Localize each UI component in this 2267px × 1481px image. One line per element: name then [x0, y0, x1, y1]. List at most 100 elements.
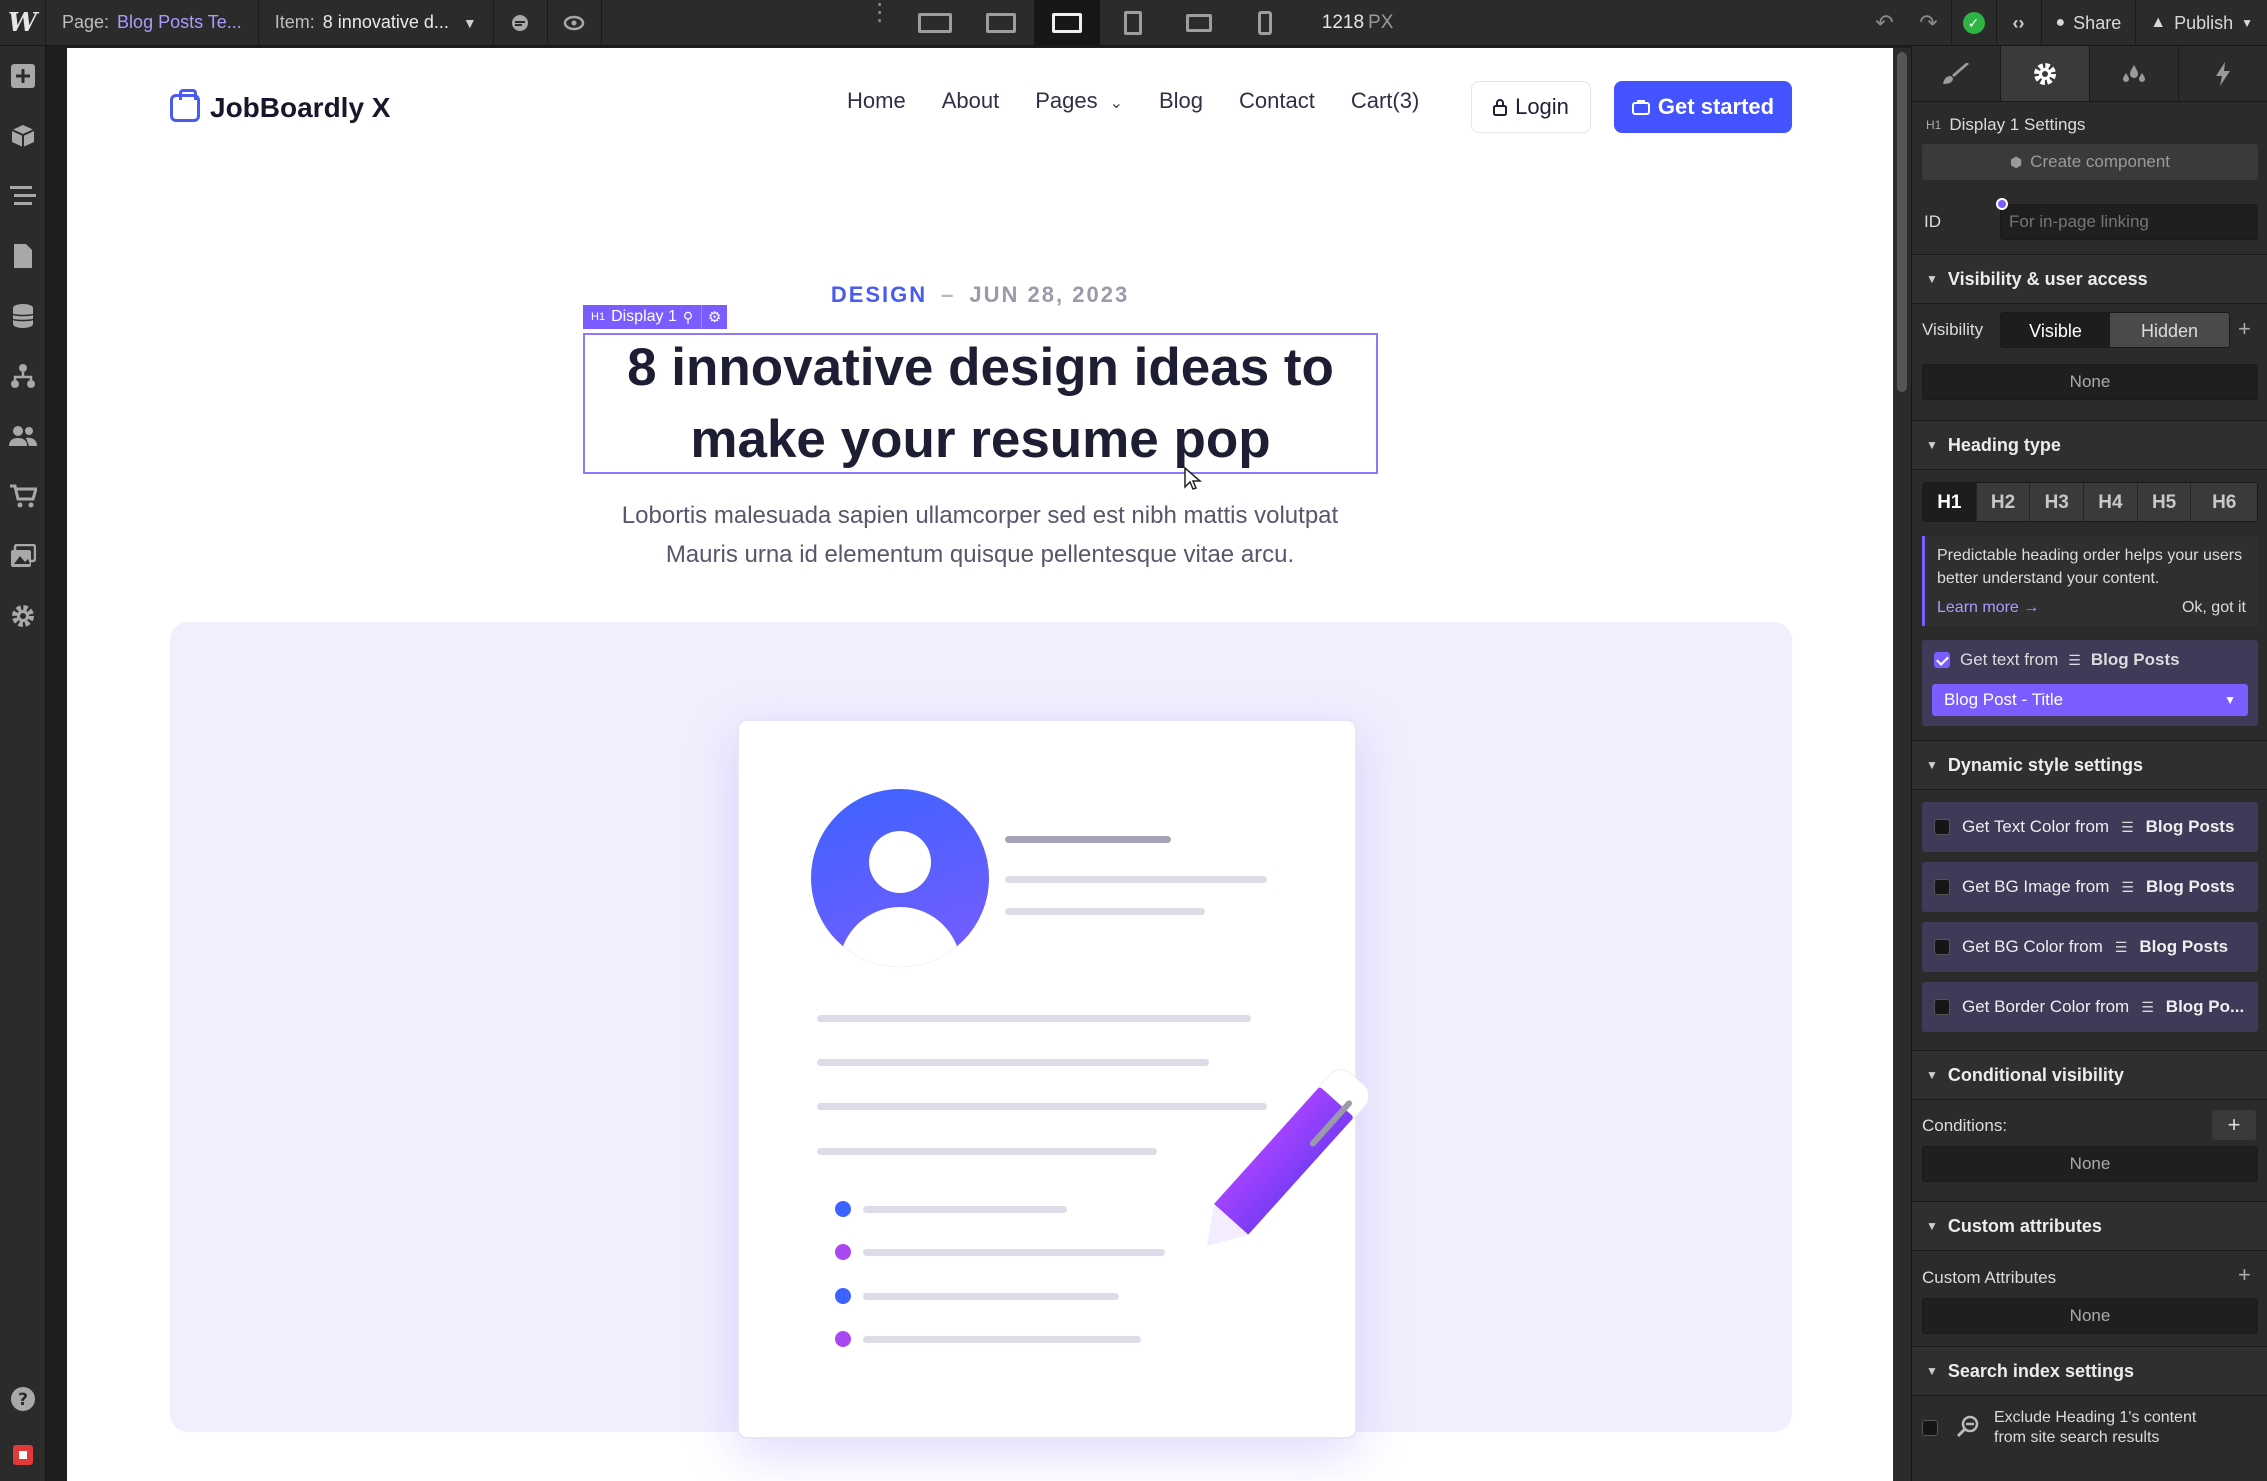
- nav-link-home[interactable]: Home: [847, 88, 906, 114]
- breakpoint-xxl[interactable]: [902, 0, 968, 46]
- visibility-toggle: Visible Hidden: [2000, 312, 2230, 348]
- add-visibility-icon[interactable]: +: [2238, 316, 2251, 342]
- get-text-label: Get text from: [1960, 650, 2059, 669]
- publish-button[interactable]: ▲ Publish ▼: [2136, 0, 2267, 46]
- assets-images-icon[interactable]: [0, 526, 46, 586]
- dynamic-bg-color-row[interactable]: Get BG Color from ☰ Blog Posts: [1922, 922, 2258, 972]
- style-brush-icon[interactable]: [1912, 46, 2001, 101]
- settings-gear-icon[interactable]: [0, 586, 46, 646]
- users-icon[interactable]: [0, 406, 46, 466]
- design-canvas[interactable]: JobBoardly X Home About Pages ⌄ Blog Cont…: [67, 48, 1893, 1481]
- dynamic-border-color-row[interactable]: Get Border Color from ☰ Blog Po...: [1922, 982, 2258, 1032]
- dynamic-text-color-row[interactable]: Get Text Color from ☰ Blog Posts: [1922, 802, 2258, 852]
- bound-field-select[interactable]: Blog Post - Title ▼: [1932, 684, 2248, 716]
- post-title-heading[interactable]: 8 innovative design ideas to make your r…: [583, 333, 1378, 474]
- binding-dot-icon[interactable]: [1996, 198, 2008, 210]
- selected-element-tag[interactable]: H1 Display 1 ⚲ ⚙: [583, 305, 728, 329]
- custom-attributes-row: Custom Attributes +: [1912, 1262, 2267, 1292]
- add-elements-icon[interactable]: [0, 46, 46, 106]
- visibility-section-header[interactable]: ▼ Visibility & user access: [1912, 254, 2267, 304]
- site-brand[interactable]: JobBoardly X: [170, 89, 390, 124]
- dynamic-style-section-header[interactable]: ▼ Dynamic style settings: [1912, 740, 2267, 790]
- visible-option[interactable]: Visible: [2001, 313, 2111, 347]
- custom-attributes-section-header[interactable]: ▼ Custom attributes: [1912, 1201, 2267, 1251]
- hidden-option[interactable]: Hidden: [2110, 313, 2229, 347]
- components-cube-icon[interactable]: [0, 106, 46, 166]
- nav-link-about[interactable]: About: [942, 88, 1000, 114]
- heading-h1-button[interactable]: H1: [1923, 483, 1977, 521]
- learn-more-link[interactable]: Learn more →: [1937, 596, 2039, 619]
- get-started-button[interactable]: Get started: [1614, 81, 1792, 133]
- add-attribute-icon[interactable]: +: [2238, 1262, 2251, 1288]
- collapse-triangle-icon: ▼: [1926, 1364, 1938, 1378]
- undo-icon[interactable]: ↶: [1863, 0, 1907, 46]
- resume-line: [1005, 908, 1205, 915]
- dynamic-border-color-source: Blog Po...: [2165, 997, 2245, 1016]
- breakpoint-landscape[interactable]: [1166, 0, 1232, 46]
- breakpoint-desktop[interactable]: [1033, 0, 1100, 46]
- breakpoint-tablet[interactable]: [1100, 0, 1166, 46]
- navigator-icon[interactable]: [0, 166, 46, 226]
- breakpoint-xl[interactable]: [968, 0, 1034, 46]
- resume-line: [1005, 836, 1171, 843]
- dynamic-text-color-checkbox[interactable]: [1934, 819, 1950, 835]
- search-index-section-header[interactable]: ▼ Search index settings: [1912, 1346, 2267, 1396]
- nav-link-blog[interactable]: Blog: [1159, 88, 1203, 114]
- dynamic-border-color-checkbox[interactable]: [1934, 999, 1950, 1015]
- scrollbar-thumb[interactable]: [1897, 52, 1907, 392]
- dynamic-bg-color-checkbox[interactable]: [1934, 939, 1950, 955]
- settings-tab-gear-icon[interactable]: [2001, 46, 2090, 101]
- get-text-checkbox[interactable]: [1934, 652, 1950, 668]
- status-check-icon[interactable]: ✓: [1952, 0, 1996, 46]
- interactions-bolt-icon[interactable]: [2179, 46, 2267, 101]
- post-category[interactable]: DESIGN: [831, 282, 927, 307]
- preview-eye-icon[interactable]: [548, 0, 602, 46]
- record-icon[interactable]: [0, 1429, 46, 1481]
- element-settings-gear-icon[interactable]: ⚙: [701, 305, 727, 329]
- help-icon[interactable]: ?: [0, 1369, 46, 1429]
- nav-link-cart[interactable]: Cart(3): [1351, 88, 1419, 114]
- lock-icon: [1493, 99, 1508, 116]
- conditional-visibility-section-header[interactable]: ▼ Conditional visibility: [1912, 1050, 2267, 1100]
- dynamic-bg-image-checkbox[interactable]: [1934, 879, 1950, 895]
- desktop-star-icon: [1051, 12, 1082, 33]
- pages-icon[interactable]: [0, 226, 46, 286]
- ecommerce-cart-icon[interactable]: [0, 466, 46, 526]
- exclude-search-line1: Exclude Heading 1's content: [1994, 1409, 2197, 1426]
- heading-h2-button[interactable]: H2: [1976, 483, 2031, 521]
- search-index-section-title: Search index settings: [1947, 1360, 2134, 1381]
- nav-link-pages[interactable]: Pages ⌄: [1035, 88, 1123, 114]
- heading-h4-button[interactable]: H4: [2084, 483, 2138, 521]
- code-export-icon[interactable]: ‹›: [1997, 0, 2041, 46]
- search-exclude-icon: [1956, 1415, 1979, 1438]
- canvas-scrollbar[interactable]: [1893, 48, 1911, 1481]
- more-options-icon[interactable]: ⋮: [868, 0, 892, 24]
- heading-type-section-header[interactable]: ▼ Heading type: [1912, 420, 2267, 470]
- resume-line: [863, 1336, 1141, 1343]
- nav-link-contact[interactable]: Contact: [1239, 88, 1315, 114]
- avatar-illustration-icon: [811, 789, 989, 967]
- style-manager-drops-icon[interactable]: [2090, 46, 2179, 101]
- ok-got-it-button[interactable]: Ok, got it: [2182, 596, 2246, 619]
- login-button[interactable]: Login: [1471, 81, 1591, 133]
- webflow-logo-icon[interactable]: W: [0, 0, 46, 46]
- create-component-button[interactable]: ⬢ Create component: [1922, 144, 2258, 180]
- dynamic-bg-image-row[interactable]: Get BG Image from ☰ Blog Posts: [1922, 862, 2258, 912]
- heading-h5-button[interactable]: H5: [2137, 483, 2192, 521]
- comments-icon[interactable]: [494, 0, 548, 46]
- redo-icon[interactable]: ↷: [1907, 0, 1951, 46]
- id-input[interactable]: [2000, 204, 2258, 240]
- cms-database-icon[interactable]: [0, 286, 46, 346]
- logic-flow-icon[interactable]: [0, 346, 46, 406]
- heading-h6-button[interactable]: H6: [2191, 483, 2257, 521]
- item-selector[interactable]: Item: 8 innovative d... ▼: [259, 0, 494, 46]
- page-selector[interactable]: Page: Blog Posts Te...: [46, 0, 259, 46]
- exclude-search-checkbox[interactable]: [1922, 1420, 1938, 1436]
- page-label: Page:: [62, 12, 110, 32]
- nav-link-pages-label: Pages: [1035, 88, 1098, 113]
- add-condition-button[interactable]: +: [2212, 1110, 2256, 1140]
- breakpoint-portrait[interactable]: [1232, 0, 1298, 46]
- heading-h3-button[interactable]: H3: [2030, 483, 2085, 521]
- share-button[interactable]: ● Share: [2042, 0, 2136, 46]
- exclude-search-row: Exclude Heading 1's content from site se…: [1912, 1402, 2267, 1452]
